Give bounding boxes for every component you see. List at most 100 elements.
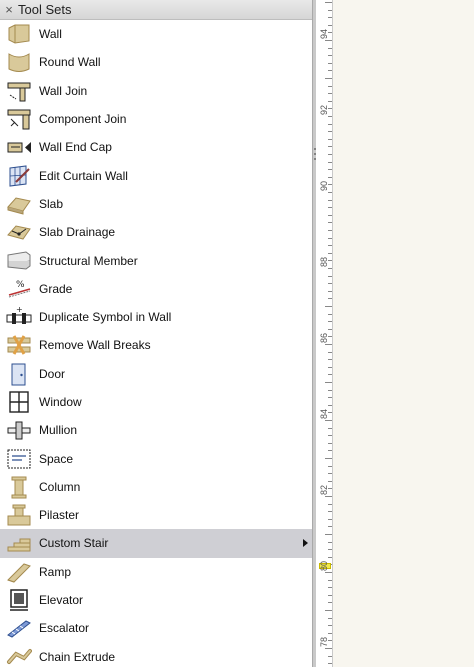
wall-join-icon	[7, 82, 31, 102]
ruler-tick	[328, 9, 332, 11]
ramp-icon	[7, 563, 31, 583]
ruler-tick	[325, 648, 332, 649]
tool-label: Round Wall	[39, 55, 101, 70]
tool-label: Window	[39, 395, 82, 409]
ruler-tick	[328, 138, 332, 140]
ruler-label: 80	[319, 561, 329, 572]
tool-component-join[interactable]: Component Join	[0, 105, 312, 133]
ruler-tick	[325, 496, 332, 497]
ruler-tick	[328, 154, 332, 155]
ruler-tick	[328, 176, 332, 178]
ruler-label: 88	[319, 257, 329, 268]
ruler-tick	[328, 116, 332, 117]
pilaster-icon	[7, 504, 31, 526]
ruler-label: 86	[319, 333, 329, 344]
ruler-tick	[328, 526, 332, 528]
ruler-tick	[328, 351, 332, 353]
ruler-tick	[325, 306, 332, 307]
column-icon	[11, 476, 27, 499]
close-icon[interactable]: ×	[0, 2, 18, 17]
ruler-tick	[328, 632, 332, 634]
chain-extrude-icon	[7, 648, 32, 664]
grade-icon: %	[8, 280, 31, 298]
ruler-label: 82	[319, 485, 329, 496]
ruler-tick	[328, 131, 332, 133]
escalator-icon	[7, 620, 31, 638]
wall-end-cap-icon	[7, 142, 31, 154]
ruler-label: 94	[319, 29, 329, 40]
tool-pilaster[interactable]: Pilaster	[0, 501, 312, 529]
ruler-tick	[325, 2, 332, 3]
tool-duplicate-symbol-in-wall[interactable]: + Duplicate Symbol in Wall	[0, 303, 312, 331]
ruler-label: 90	[319, 181, 329, 192]
ruler-tick	[328, 169, 332, 171]
ruler-tick	[328, 397, 332, 399]
tool-wall[interactable]: Wall	[0, 20, 312, 48]
tool-label: Wall End Cap	[39, 140, 112, 155]
ruler-tick	[325, 458, 332, 459]
tool-label: Remove Wall Breaks	[39, 338, 151, 353]
vertical-ruler: 94 92 90 88 86 84 82 80 78	[316, 0, 333, 667]
tool-round-wall[interactable]: Round Wall	[0, 48, 312, 76]
ruler-tick	[328, 62, 332, 64]
tool-ramp[interactable]: Ramp	[0, 558, 312, 586]
ruler-tick	[328, 587, 332, 589]
ruler-tick	[328, 663, 332, 665]
ruler-tick	[328, 313, 332, 315]
ruler-tick	[328, 625, 332, 627]
ruler-tick	[328, 655, 332, 657]
ruler-tick	[328, 283, 332, 285]
ruler-tick	[328, 435, 332, 437]
tool-remove-wall-breaks[interactable]: Remove Wall Breaks	[0, 331, 312, 359]
ruler-tick	[328, 290, 332, 292]
palette-titlebar: × Tool Sets	[0, 0, 312, 20]
tool-label: Structural Member	[39, 253, 138, 268]
ruler-tick	[328, 17, 332, 19]
tool-escalator[interactable]: Escalator	[0, 614, 312, 642]
ruler-tick	[328, 366, 332, 368]
submenu-arrow-icon[interactable]	[303, 539, 308, 548]
tool-edit-curtain-wall[interactable]: Edit Curtain Wall	[0, 161, 312, 189]
ruler-tick	[328, 541, 332, 543]
elevator-icon	[10, 589, 28, 611]
door-icon	[11, 363, 26, 386]
ruler-tick	[328, 93, 332, 95]
ruler-tick	[328, 146, 332, 148]
tool-column[interactable]: Column	[0, 473, 312, 501]
ruler-tick	[325, 40, 332, 41]
tool-chain-extrude[interactable]: Chain Extrude	[0, 643, 312, 667]
ruler-tick	[328, 161, 332, 163]
component-join-icon	[7, 109, 31, 130]
tool-list: Wall Round Wall Wall Join Component Join Wal…	[0, 20, 312, 667]
tool-label: Slab Drainage	[39, 225, 116, 240]
tool-wall-end-cap[interactable]: Wall End Cap	[0, 133, 312, 161]
tool-wall-join[interactable]: Wall Join	[0, 77, 312, 105]
tool-mullion[interactable]: Mullion	[0, 416, 312, 444]
ruler-tick	[328, 123, 332, 125]
drawing-canvas[interactable]	[334, 0, 474, 667]
tool-slab-drainage[interactable]: Slab Drainage	[0, 218, 312, 246]
tool-door[interactable]: Door	[0, 360, 312, 388]
ruler-tick	[328, 480, 332, 482]
tool-sets-palette: × Tool Sets Wall Round Wall Wall Join Compo…	[0, 0, 312, 667]
ruler-tick	[328, 207, 332, 209]
tool-elevator[interactable]: Elevator	[0, 586, 312, 614]
ruler-tick	[328, 24, 332, 26]
ruler-tick	[328, 442, 332, 444]
ruler-tick	[328, 594, 332, 596]
tool-structural-member[interactable]: Structural Member	[0, 246, 312, 274]
tool-label: Elevator	[39, 593, 84, 608]
ruler-tick	[325, 534, 332, 535]
ruler-tick	[328, 450, 332, 452]
ruler-tick	[328, 47, 332, 49]
tool-custom-stair[interactable]: Custom Stair	[0, 529, 312, 558]
ruler-tick	[328, 427, 332, 429]
tool-slab[interactable]: Slab	[0, 190, 312, 218]
svg-text:%: %	[16, 280, 25, 290]
ruler-tick	[328, 328, 332, 330]
structural-member-icon	[7, 250, 31, 270]
ruler-tick	[328, 298, 332, 300]
tool-grade[interactable]: % Grade	[0, 275, 312, 303]
tool-window[interactable]: Window	[0, 388, 312, 416]
tool-space[interactable]: Space	[0, 444, 312, 472]
